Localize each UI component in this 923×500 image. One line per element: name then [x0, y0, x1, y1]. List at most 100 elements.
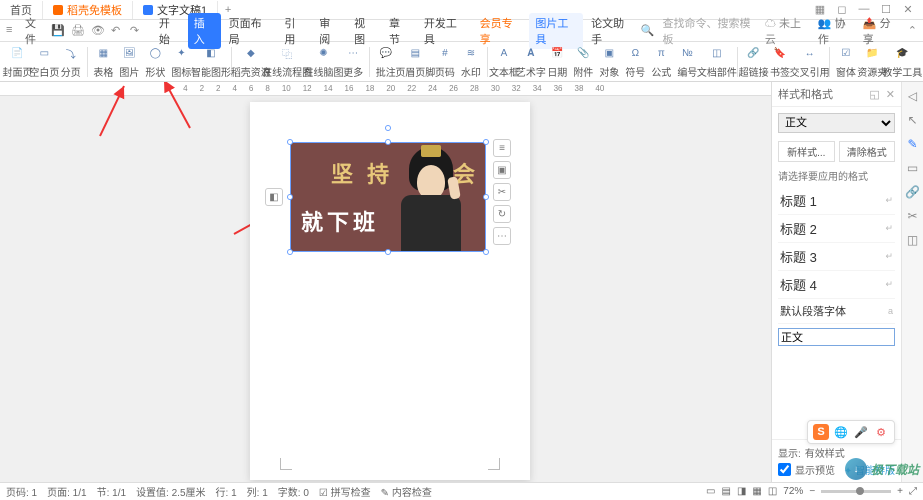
rb-dropcap[interactable]: Ω符号 [622, 45, 648, 79]
resize-handle[interactable] [385, 139, 391, 145]
canvas[interactable]: 642 246 81012 141618 202224 262830 32343… [0, 82, 771, 482]
resize-handle[interactable] [483, 249, 489, 255]
rb-more[interactable]: ⋯更多 [340, 45, 366, 79]
rotate-handle[interactable] [385, 125, 391, 131]
show-preview-checkbox[interactable] [778, 463, 791, 476]
inserted-image[interactable]: 坚 持 会 就下班 ≡ ▣ ✂ ↻ [290, 142, 486, 252]
rb-break[interactable]: ⤵分页 [58, 45, 84, 79]
status-section[interactable]: 节: 1/1 [97, 484, 126, 499]
status-pos[interactable]: 设置值: 2.5厘米 [136, 484, 205, 499]
view-outline-icon[interactable]: ▦ [752, 486, 761, 497]
rb-mindmap[interactable]: ✺在线脑图 [307, 45, 340, 79]
coop-button[interactable]: 👥 协作 [818, 15, 855, 47]
clear-format-button[interactable]: 清除格式 [839, 141, 896, 162]
rb-equation[interactable]: π公式 [648, 45, 674, 79]
rb-table[interactable]: ▦表格 [90, 45, 116, 79]
vt-clip-icon[interactable]: ✂ [905, 208, 921, 224]
rb-header[interactable]: ▤页眉页脚 [399, 45, 432, 79]
view-focus-icon[interactable]: ◫ [768, 486, 777, 497]
rb-pagenum[interactable]: #页码 [432, 45, 458, 79]
rb-date[interactable]: 📅日期 [544, 45, 570, 79]
menu-vip[interactable]: 会员专享 [474, 13, 528, 49]
resize-handle[interactable] [287, 139, 293, 145]
status-line[interactable]: 行: 1 [216, 484, 237, 499]
vt-shape-icon[interactable]: ▭ [905, 160, 921, 176]
redo-icon[interactable]: ↷ [130, 24, 143, 38]
menu-start[interactable]: 开始 [153, 13, 186, 49]
style-item-h3[interactable]: 标题 3↵ [778, 243, 895, 271]
resize-handle[interactable] [483, 194, 489, 200]
zoom-slider[interactable] [821, 490, 891, 493]
document-page[interactable]: 坚 持 会 就下班 ≡ ▣ ✂ ↻ [250, 102, 530, 480]
assist-globe-icon[interactable]: 🌐 [833, 424, 849, 440]
share-button[interactable]: 📤 分享 [863, 15, 900, 47]
vt-style-icon[interactable]: ✎ [905, 136, 921, 152]
vt-select-icon[interactable]: ↖ [905, 112, 921, 128]
status-page[interactable]: 页码: 1 [6, 484, 37, 499]
rb-cover[interactable]: 📄封面页 [4, 45, 31, 79]
style-select[interactable]: 正文 [778, 113, 895, 133]
print-icon[interactable]: 🖨 [71, 24, 85, 38]
rb-teach[interactable]: 🎓教学工具 [886, 45, 919, 79]
style-item-h2[interactable]: 标题 2↵ [778, 215, 895, 243]
status-spell[interactable]: ☑ 拼写检查 [319, 484, 371, 499]
assist-mic-icon[interactable]: 🎤 [853, 424, 869, 440]
menu-dev[interactable]: 开发工具 [418, 13, 472, 49]
rb-parts[interactable]: ◫文档部件 [700, 45, 733, 79]
resize-handle[interactable] [483, 139, 489, 145]
file-label[interactable]: 文件 [25, 15, 45, 47]
cloud-status[interactable]: ☁ 未上云 [765, 15, 810, 47]
menu-view[interactable]: 视图 [348, 13, 381, 49]
menu-ref[interactable]: 引用 [278, 13, 311, 49]
zoom-value[interactable]: 72% [783, 486, 803, 497]
menu-picture-tools[interactable]: 图片工具 [529, 13, 583, 49]
rb-flowchart[interactable]: ⿻在线流程图 [267, 45, 307, 79]
rb-blank[interactable]: ▭空白页 [31, 45, 58, 79]
status-col[interactable]: 列: 1 [247, 484, 268, 499]
view-web-icon[interactable]: ◨ [737, 486, 746, 497]
resize-handle[interactable] [287, 249, 293, 255]
rb-watermark[interactable]: ≋水印 [458, 45, 484, 79]
search-icon[interactable]: 🔍 [641, 24, 655, 37]
float-tool-rotate[interactable]: ↻ [493, 205, 511, 223]
rb-image[interactable]: 🖼图片 [116, 45, 142, 79]
vt-chain-icon[interactable]: 🔗 [905, 184, 921, 200]
resize-handle[interactable] [385, 249, 391, 255]
rb-textbox[interactable]: A文本框 [491, 45, 518, 79]
style-item-default[interactable]: 默认段落字体a [778, 299, 895, 324]
fullscreen-icon[interactable]: ⤢ [909, 486, 917, 497]
search-placeholder[interactable]: 查找命令、搜索模板 [662, 15, 756, 47]
assist-s-icon[interactable]: S [813, 424, 829, 440]
float-tool-wrap[interactable]: ▣ [493, 161, 511, 179]
float-tool-layout[interactable]: ≡ [493, 139, 511, 157]
new-style-button[interactable]: 新样式... [778, 141, 835, 162]
view-read-icon[interactable]: ▤ [721, 486, 730, 497]
menu-insert[interactable]: 插入 [188, 13, 221, 49]
rb-form[interactable]: ☑窗体 [833, 45, 859, 79]
style-item-h1[interactable]: 标题 1↵ [778, 187, 895, 215]
menu-paper[interactable]: 论文助手 [585, 13, 639, 49]
save-icon[interactable]: 💾 [51, 24, 65, 38]
collapse-ribbon-icon[interactable]: ⌃ [908, 24, 917, 37]
preview-icon[interactable]: 👁 [91, 24, 105, 38]
rb-wordart[interactable]: 𝐀艺术字 [517, 45, 544, 79]
float-tool-crop[interactable]: ✂ [493, 183, 511, 201]
rb-shape[interactable]: ◯形状 [142, 45, 168, 79]
panel-close-icon[interactable]: ✕ [886, 88, 895, 101]
status-lang[interactable]: ✎ 内容检查 [381, 484, 432, 499]
rb-smartart[interactable]: ◧智能图形 [194, 45, 227, 79]
style-input[interactable] [778, 328, 895, 346]
show-value[interactable]: 有效样式 [805, 445, 845, 460]
status-chars[interactable]: 字数: 0 [278, 484, 309, 499]
undo-icon[interactable]: ↶ [111, 24, 124, 38]
assist-gear-icon[interactable]: ⚙ [873, 424, 889, 440]
assistant-bar[interactable]: S 🌐 🎤 ⚙ [807, 420, 895, 444]
app-menu-icon[interactable]: ≡ [6, 24, 19, 38]
rb-hyperlink[interactable]: 🔗超链接 [740, 45, 767, 79]
menu-review[interactable]: 审阅 [313, 13, 346, 49]
vt-triangle-icon[interactable]: ◁ [905, 88, 921, 104]
view-print-icon[interactable]: ▭ [706, 486, 715, 497]
menu-section[interactable]: 章节 [383, 13, 416, 49]
rb-attach[interactable]: 📎附件 [570, 45, 596, 79]
style-item-h4[interactable]: 标题 4↵ [778, 271, 895, 299]
